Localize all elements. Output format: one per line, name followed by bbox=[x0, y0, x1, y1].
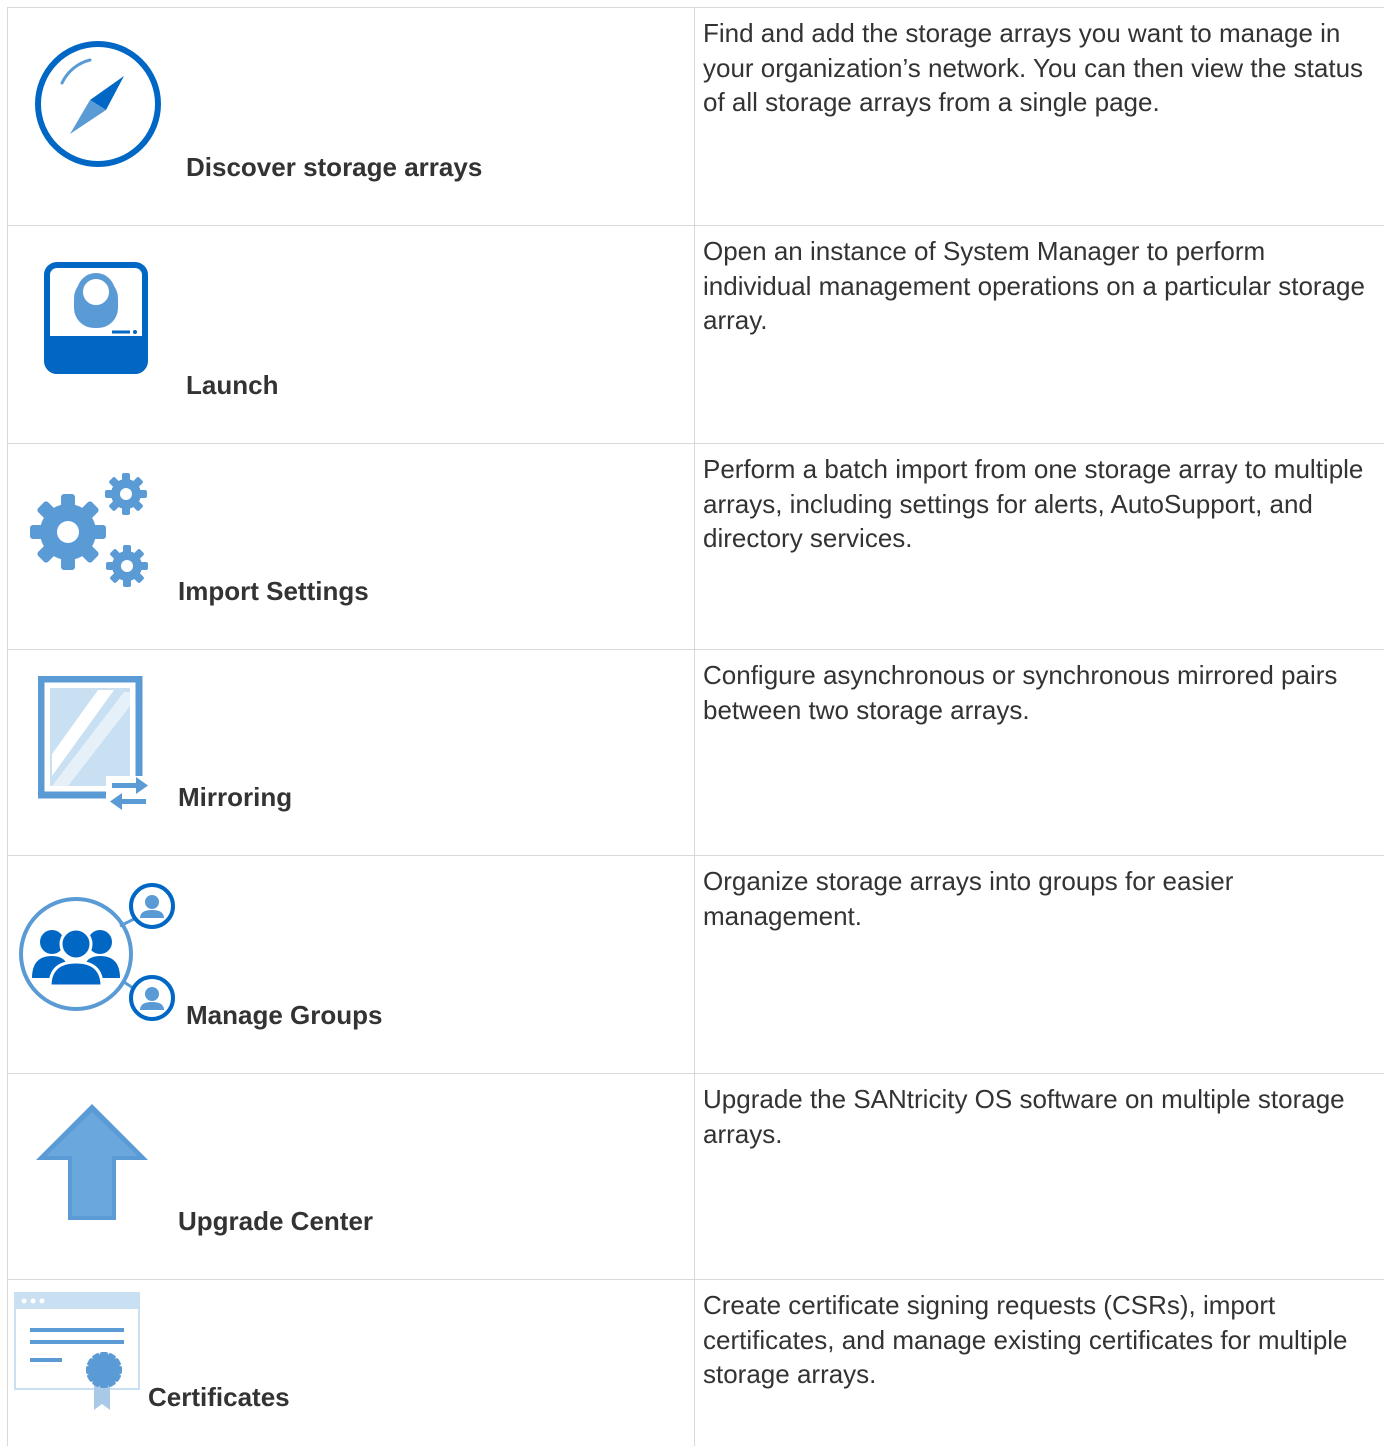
table-row: Mirroring Configure asynchronous or sync… bbox=[7, 650, 1384, 856]
table-row: Manage Groups Organize storage arrays in… bbox=[7, 856, 1384, 1074]
gears-icon bbox=[30, 472, 154, 590]
table-row: Import Settings Perform a batch import f… bbox=[7, 444, 1384, 650]
feature-title: Certificates bbox=[148, 1382, 290, 1412]
feature-title: Mirroring bbox=[178, 782, 293, 812]
feature-title: Manage Groups bbox=[186, 1000, 383, 1030]
feature-title: Launch bbox=[186, 370, 279, 400]
feature-description: Open an instance of System Manager to pe… bbox=[703, 236, 1365, 335]
feature-description: Organize storage arrays into groups for … bbox=[703, 866, 1234, 931]
feature-description: Perform a batch import from one storage … bbox=[703, 454, 1364, 553]
feature-cell: Upgrade Center bbox=[7, 1074, 695, 1279]
feature-description: Configure asynchronous or synchronous mi… bbox=[703, 660, 1338, 725]
feature-cell: Manage Groups bbox=[7, 856, 695, 1073]
feature-title: Import Settings bbox=[178, 576, 369, 606]
up-arrow-icon bbox=[34, 1102, 150, 1222]
system-manager-icon bbox=[44, 262, 148, 374]
table-row: Discover storage arrays Find and add the… bbox=[7, 8, 1384, 226]
feature-cell: Mirroring bbox=[7, 650, 695, 855]
feature-cell: Certificates bbox=[7, 1280, 695, 1446]
feature-title: Discover storage arrays bbox=[186, 152, 483, 182]
feature-description: Upgrade the SANtricity OS software on mu… bbox=[703, 1084, 1345, 1149]
compass-icon bbox=[32, 38, 164, 170]
feature-description: Create certificate signing requests (CSR… bbox=[703, 1290, 1348, 1389]
certificate-icon bbox=[14, 1292, 142, 1412]
feature-cell: Import Settings bbox=[7, 444, 695, 649]
table-row: Launch Open an instance of System Manage… bbox=[7, 226, 1384, 444]
feature-description: Find and add the storage arrays you want… bbox=[703, 18, 1364, 117]
mirror-icon bbox=[38, 676, 150, 812]
feature-cell: Discover storage arrays bbox=[7, 8, 695, 225]
feature-title: Upgrade Center bbox=[178, 1206, 374, 1236]
table-row: Certificates Create certificate signing … bbox=[7, 1280, 1384, 1446]
feature-table: Discover storage arrays Find and add the… bbox=[7, 7, 1384, 1446]
feature-cell: Launch bbox=[7, 226, 695, 443]
user-group-icon bbox=[16, 882, 180, 1022]
table-row: Upgrade Center Upgrade the SANtricity OS… bbox=[7, 1074, 1384, 1280]
